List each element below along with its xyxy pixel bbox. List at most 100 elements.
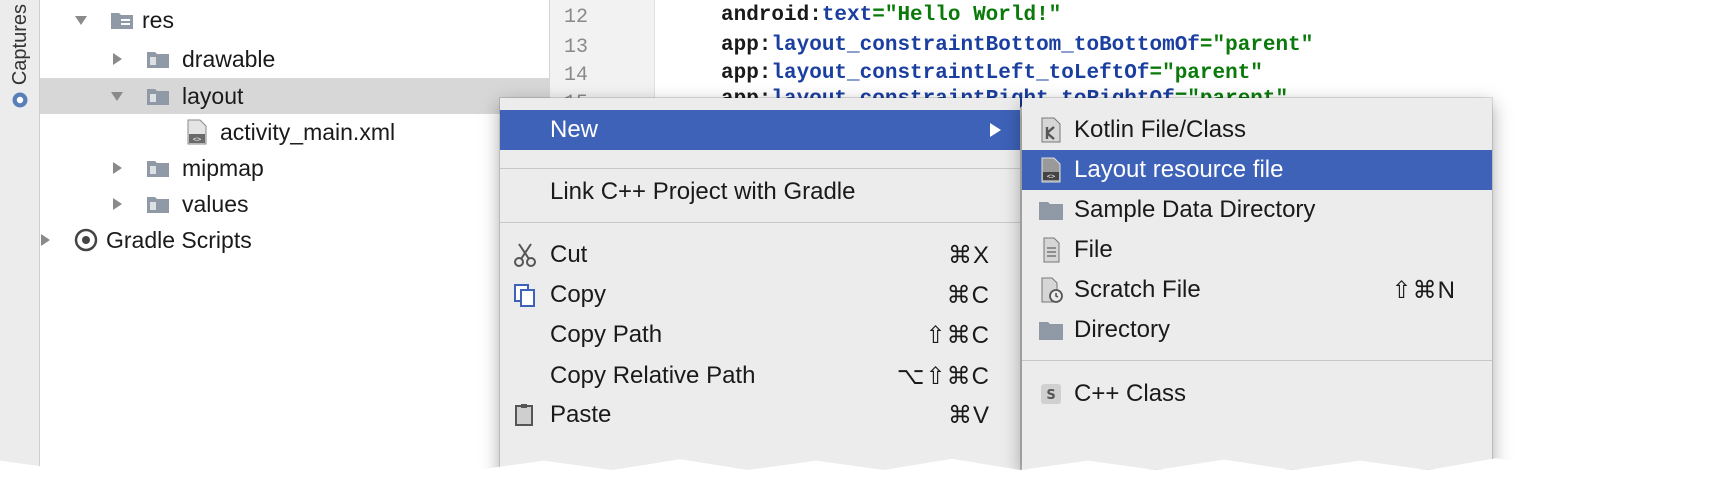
folder-icon (147, 197, 169, 213)
code-line: android:text="Hello World!" (721, 4, 1061, 27)
folder-icon (147, 89, 169, 105)
code-line: app:layout_constraintBottom_toBottomOf="… (721, 34, 1313, 57)
code-attribute: layout_constraintBottom_toBottomOf (771, 34, 1200, 57)
menu-item-label: Copy Relative Path (550, 362, 756, 389)
code-namespace: app: (721, 62, 772, 85)
menu-item-copy-path[interactable]: Copy Path ⇧⌘C (500, 315, 1020, 355)
menu-item-label: File (1074, 236, 1113, 263)
code-namespace: android: (721, 4, 822, 27)
tree-item-res[interactable]: res (40, 2, 550, 38)
menu-item-label: Paste (550, 401, 612, 428)
cpp-class-icon: S (1041, 384, 1061, 404)
captures-icon (12, 92, 28, 108)
tree-item-label: res (142, 6, 174, 33)
scratch-file-icon (1041, 277, 1063, 303)
submenu-item-sample-data-directory[interactable]: Sample Data Directory (1022, 190, 1492, 230)
code-value: ="Hello World!" (872, 4, 1062, 27)
menu-item-shortcut: ⌘X (947, 241, 990, 269)
submenu-arrow-icon (990, 123, 1001, 137)
gradle-icon (74, 228, 98, 252)
menu-item-label: Kotlin File/Class (1074, 116, 1247, 143)
menu-item-shortcut: ⌥⇧⌘C (896, 362, 990, 390)
submenu-item-cpp-class[interactable]: S C++ Class (1022, 374, 1492, 414)
menu-item-paste[interactable]: Paste ⌘V (500, 395, 1020, 435)
folder-icon (1039, 202, 1063, 220)
menu-item-new[interactable]: New (500, 110, 1020, 150)
code-value: ="parent" (1199, 34, 1314, 57)
menu-item-label: Cut (550, 241, 588, 268)
menu-item-label: Sample Data Directory (1074, 196, 1316, 223)
layout-file-icon: <> (1041, 157, 1061, 183)
chevron-right-icon[interactable] (110, 161, 124, 175)
menu-item-shortcut: ⌘V (947, 401, 990, 429)
menu-item-label: C++ Class (1074, 380, 1187, 407)
file-icon (1043, 237, 1060, 263)
ide-window: Captures res drawable layout <> activity… (0, 0, 1700, 470)
captures-tab[interactable]: Captures (5, 0, 35, 130)
line-number: 13 (564, 36, 589, 59)
menu-item-shortcut: ⇧⌘C (925, 321, 990, 349)
tree-item-values[interactable]: values (40, 186, 550, 222)
line-number: 14 (564, 64, 589, 87)
tree-item-layout[interactable]: layout (40, 78, 550, 114)
svg-text:<>: <> (1047, 173, 1055, 181)
tree-item-label: activity_main.xml (220, 118, 396, 145)
menu-item-label: Directory (1074, 316, 1171, 343)
folder-icon (1039, 322, 1063, 340)
menu-item-cut[interactable]: Cut ⌘X (500, 235, 1020, 275)
context-menu: New Link C++ Project with Gradle Cut ⌘X … (500, 98, 1020, 470)
tree-item-label: Gradle Scripts (106, 226, 252, 253)
line-number: 12 (564, 6, 589, 29)
code-attribute: layout_constraintLeft_toLeftOf (771, 62, 1150, 85)
folder-icon (147, 161, 169, 177)
tree-item-activity-main-xml[interactable]: <> activity_main.xml (40, 114, 550, 150)
chevron-down-icon[interactable] (74, 13, 88, 27)
chevron-right-icon[interactable] (110, 197, 124, 211)
chevron-right-icon[interactable] (38, 233, 52, 247)
menu-separator (1022, 360, 1492, 361)
tree-item-drawable[interactable]: drawable (40, 41, 550, 77)
folder-icon (147, 52, 169, 68)
resource-folder-icon (111, 13, 133, 29)
chevron-down-icon[interactable] (110, 89, 124, 103)
submenu-item-kotlin-file-class[interactable]: Kotlin File/Class (1022, 110, 1492, 150)
chevron-right-icon[interactable] (110, 52, 124, 66)
tree-item-label: mipmap (182, 154, 264, 181)
tree-item-label: drawable (182, 45, 276, 72)
menu-item-label: New (550, 116, 599, 143)
menu-item-label: Link C++ Project with Gradle (550, 178, 856, 205)
submenu-item-layout-resource-file[interactable]: <> Layout resource file (1022, 150, 1492, 190)
menu-item-label: Layout resource file (1074, 156, 1284, 183)
svg-text:S: S (1046, 388, 1055, 403)
tree-item-mipmap[interactable]: mipmap (40, 150, 550, 186)
code-namespace: app: (721, 34, 772, 57)
xml-file-icon: <> (187, 119, 207, 145)
scissors-icon (514, 243, 536, 267)
svg-text:<>: <> (193, 136, 201, 144)
paste-icon (515, 404, 533, 426)
menu-item-shortcut: ⇧⌘N (1391, 276, 1456, 304)
menu-separator (500, 222, 1020, 223)
menu-separator (500, 168, 1020, 169)
project-tree: res drawable layout <> activity_main.xml… (40, 0, 550, 470)
menu-item-shortcut: ⌘C (946, 281, 990, 309)
tree-item-gradle-scripts[interactable]: Gradle Scripts (40, 222, 550, 258)
code-value: ="parent" (1149, 62, 1263, 85)
submenu-item-file[interactable]: File (1022, 230, 1492, 270)
kotlin-file-icon (1041, 117, 1061, 143)
menu-item-copy-relative-path[interactable]: Copy Relative Path ⌥⇧⌘C (500, 356, 1020, 396)
code-attribute: text (821, 4, 873, 27)
menu-item-label: Scratch File (1074, 276, 1201, 303)
captures-tab-label: Captures (8, 4, 31, 86)
submenu-item-scratch-file[interactable]: Scratch File ⇧⌘N (1022, 270, 1492, 310)
menu-item-label: Copy (550, 281, 607, 308)
menu-item-link-cpp-project[interactable]: Link C++ Project with Gradle (500, 172, 1020, 212)
tree-item-label: layout (182, 82, 244, 109)
menu-item-copy[interactable]: Copy ⌘C (500, 275, 1020, 315)
tree-item-label: values (182, 190, 249, 217)
code-line: app:layout_constraintLeft_toLeftOf="pare… (721, 62, 1263, 85)
tool-window-strip: Captures (0, 0, 40, 470)
copy-icon (514, 284, 535, 307)
submenu-item-directory[interactable]: Directory (1022, 310, 1492, 350)
new-submenu: Kotlin File/Class <> Layout resource fil… (1022, 98, 1492, 470)
